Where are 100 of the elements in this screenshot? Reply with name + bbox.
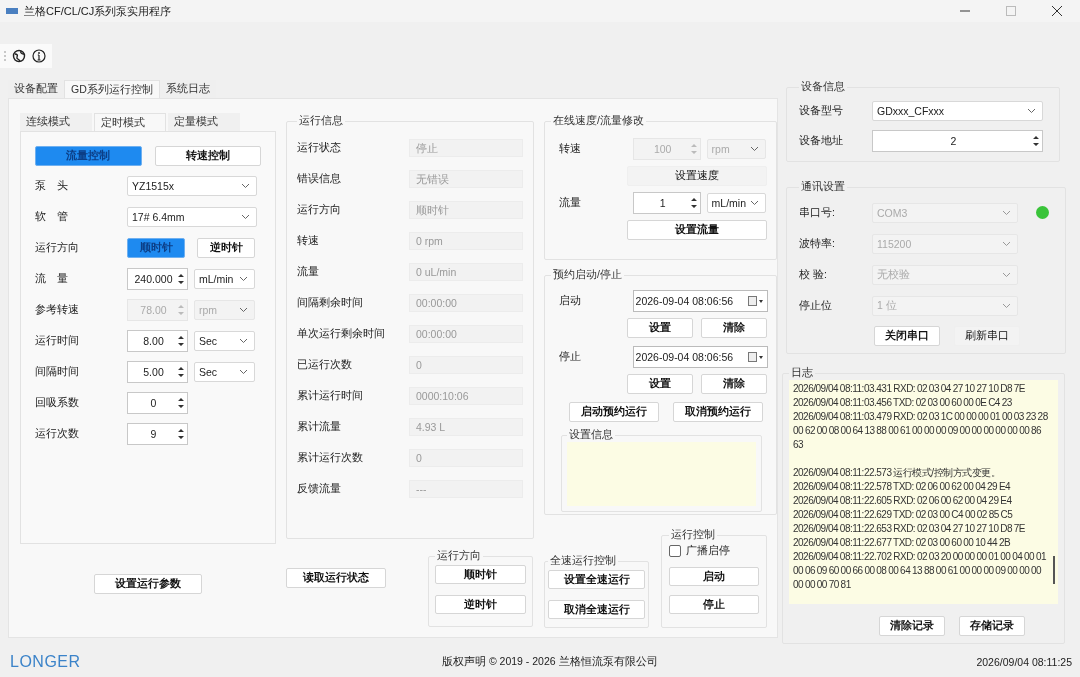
direction-button[interactable]: 顺时针 xyxy=(435,565,526,584)
chevron-down-icon xyxy=(1027,108,1036,114)
spin-box[interactable]: 0 xyxy=(127,391,188,414)
clock-text: 2026/09/04 08:11:25 xyxy=(976,656,1072,668)
group-title: 设备信息 xyxy=(800,80,846,94)
chevron-down-icon xyxy=(750,200,759,206)
spin-box[interactable]: 240.000 xyxy=(127,267,188,290)
spin-box[interactable]: 2 xyxy=(872,130,1043,152)
dropdown[interactable]: 17# 6.4mm xyxy=(127,206,257,227)
field-label: 启动 xyxy=(558,294,582,308)
unit-dropdown[interactable]: mL/min xyxy=(194,268,255,289)
field-label: 串口号: xyxy=(799,206,836,220)
tab[interactable]: 连续模式 xyxy=(20,113,92,131)
chevron-down-icon xyxy=(241,182,250,189)
field-label: 反馈流量 xyxy=(297,481,342,496)
dropdown[interactable]: YZ1515x xyxy=(127,175,257,196)
direction-button[interactable]: 逆时针 xyxy=(197,237,255,258)
brand-logo: LONGER xyxy=(10,653,81,671)
unit-dropdown[interactable]: Sec xyxy=(194,330,255,351)
app-icon xyxy=(6,7,18,15)
readout-field: 顺时针 xyxy=(409,200,523,219)
run-control-button[interactable]: 停止 xyxy=(669,595,759,614)
field-label: 累计运行时间 xyxy=(297,388,364,403)
schedule-button[interactable]: 设置 xyxy=(627,374,693,394)
group-title: 在线速度/流量修改 xyxy=(552,114,645,128)
group-title: 运行控制 xyxy=(670,528,716,542)
spin-box[interactable]: 5.00 xyxy=(127,360,188,383)
group-title: 预约启动/停止 xyxy=(552,268,623,282)
chevron-down-icon xyxy=(1002,303,1011,309)
read-status-button[interactable]: 读取运行状态 xyxy=(286,568,386,588)
globe-icon[interactable] xyxy=(12,49,26,63)
spin-box[interactable]: 9 xyxy=(127,422,188,445)
spin-box[interactable]: 1 xyxy=(632,192,701,214)
field-label: 回吸系数 xyxy=(35,395,80,410)
chevron-down-icon xyxy=(239,306,248,313)
window-title: 兰格CF/CL/CJ系列泵实用程序 xyxy=(24,3,172,19)
field-label: 停止 xyxy=(558,350,582,364)
info-icon[interactable] xyxy=(32,49,46,63)
log-button[interactable]: 存储记录 xyxy=(959,616,1025,636)
tab[interactable]: 定量模式 xyxy=(168,113,240,131)
tab[interactable]: GD系列运行控制 xyxy=(64,80,160,98)
chevron-down-icon xyxy=(1002,210,1011,216)
set-params-button[interactable]: 设置运行参数 xyxy=(94,574,202,594)
scrollbar[interactable] xyxy=(1053,556,1055,584)
field-label: 已运行次数 xyxy=(297,357,353,372)
stepper-arrows-icon[interactable] xyxy=(1032,133,1040,149)
schedule-button[interactable]: 启动预约运行 xyxy=(569,402,659,422)
log-button[interactable]: 清除记录 xyxy=(879,616,945,636)
readout-field: 0 uL/min xyxy=(409,262,523,281)
field-label: 累计运行次数 xyxy=(297,450,364,465)
readout-field: 00:00:00 xyxy=(409,324,523,343)
close-icon[interactable] xyxy=(1052,6,1062,16)
unit-dropdown[interactable]: mL/min xyxy=(706,193,766,213)
mode-button[interactable]: 转速控制 xyxy=(154,146,261,166)
readout-field: 4.93 L xyxy=(409,417,523,436)
full-speed-button[interactable]: 取消全速运行 xyxy=(548,600,645,619)
group-title: 日志 xyxy=(790,366,814,380)
field-label: 运行次数 xyxy=(35,426,80,441)
readout-field: 0 rpm xyxy=(409,231,523,250)
schedule-button[interactable]: 设置 xyxy=(627,318,693,338)
field-label: 运行方向 xyxy=(35,240,80,255)
chevron-down-icon xyxy=(1002,241,1011,247)
tab[interactable]: 定时模式 xyxy=(94,113,166,131)
checkbox[interactable] xyxy=(669,545,681,557)
field-label: 间隔时间 xyxy=(35,364,80,379)
log-line: 2026/09/04 08:11:22.629 TXD: 02 03 00 C4 00 02 85 C5 xyxy=(793,508,1014,522)
chevron-down-icon xyxy=(241,213,250,220)
dropdown[interactable]: GDxxx_CFxxx xyxy=(872,101,1043,121)
schedule-button[interactable]: 清除 xyxy=(701,374,767,394)
chevron-down-icon xyxy=(750,146,759,152)
field-label: 校 验: xyxy=(799,268,828,282)
field-label: 参考转速 xyxy=(35,302,80,317)
field-label: 软 管 xyxy=(35,209,69,224)
calendar-icon[interactable] xyxy=(748,352,764,362)
field-label: 流量 xyxy=(558,196,582,210)
spin-box[interactable]: 8.00 xyxy=(127,329,188,352)
group-title: 设置信息 xyxy=(568,428,614,442)
readout-field: 0 xyxy=(409,355,523,374)
field-label: 累计流量 xyxy=(297,419,342,434)
copyright-text: 版权声明 © 2019 - 2026 兰格恒流泵有限公司 xyxy=(442,655,658,669)
datetime-field[interactable]: 2026-09-04 08:06:56 xyxy=(632,346,768,368)
unit-dropdown[interactable]: Sec xyxy=(194,361,255,382)
chevron-down-icon xyxy=(239,337,248,344)
direction-button[interactable]: 逆时针 xyxy=(435,595,526,614)
log-line: 2026/09/04 08:11:22.677 TXD: 02 03 00 60 00 10 44 2B xyxy=(793,536,1012,550)
field-label: 流 量 xyxy=(35,271,69,286)
log-line: 2026/09/04 08:11:22.702 RXD: 02 03 20 00 00 00 01 00 04 00 01 00 06 09 60 00 66 00 08 00 64 13 88 00 61 00 00 00 09 00 00 00 00 00 00 70 81 xyxy=(793,550,1048,592)
stepper-arrows-icon[interactable] xyxy=(689,195,698,211)
field-label: 运行方向 xyxy=(297,202,342,217)
datetime-field[interactable]: 2026-09-04 08:06:56 xyxy=(632,290,768,312)
port-button[interactable]: 关闭串口 xyxy=(874,326,940,346)
run-control-button[interactable]: 启动 xyxy=(669,567,759,586)
calendar-icon[interactable] xyxy=(748,296,764,306)
schedule-button[interactable]: 取消预约运行 xyxy=(673,402,763,422)
set-button[interactable]: 设置流量 xyxy=(627,220,767,240)
full-speed-button[interactable]: 设置全速运行 xyxy=(548,570,645,589)
field-label: 停止位 xyxy=(799,299,833,313)
field-label: 运行时间 xyxy=(35,333,80,348)
readout-field: 00:00:00 xyxy=(409,293,523,312)
schedule-button[interactable]: 清除 xyxy=(701,318,767,338)
